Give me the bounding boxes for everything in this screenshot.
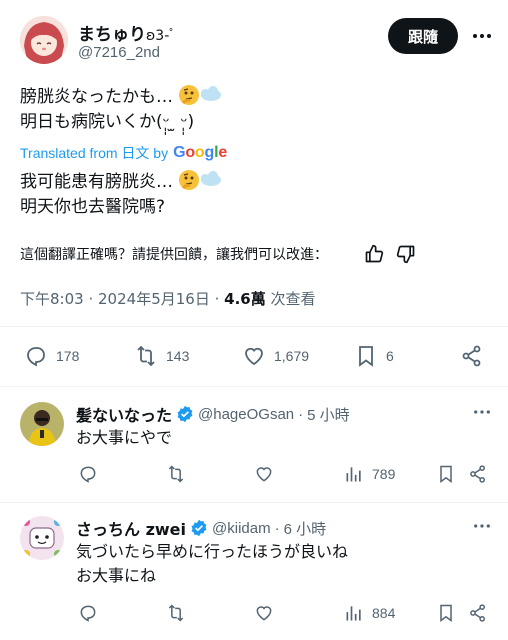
tweet-translated-line-2: 明天你也去醫院嗎? <box>20 197 166 217</box>
heart-icon <box>242 344 266 368</box>
reply-button[interactable] <box>78 603 98 623</box>
tweet-translated-line-1: 我可能患有膀胱炎… <box>20 169 222 194</box>
views-count: 4.6萬 <box>224 290 266 308</box>
reply-header: 髪ないなった @hageOGsan · 5 小時 <box>76 402 350 426</box>
thinking-face-emoji <box>178 84 222 106</box>
bookmark-icon <box>354 344 378 368</box>
share-button[interactable] <box>468 464 488 484</box>
like-count: 1,679 <box>274 348 310 364</box>
views-button[interactable]: 884 <box>344 603 395 623</box>
reply-author-handle[interactable]: @hageOGsan <box>198 406 294 423</box>
verified-badge-icon <box>190 519 208 537</box>
author-name[interactable]: まちゅりʚ3-ﾟ <box>78 20 176 45</box>
retweet-icon <box>134 344 158 368</box>
reply-timestamp[interactable]: 5 小時 <box>307 404 350 425</box>
heart-icon <box>254 603 274 623</box>
share-icon <box>468 603 488 623</box>
translated-from-label[interactable]: Translated from 日文 by Google <box>20 143 227 163</box>
reply-avatar[interactable] <box>20 402 64 446</box>
views-count: 789 <box>372 466 396 482</box>
reply-count: 178 <box>56 348 80 364</box>
views-count: 884 <box>372 605 396 621</box>
like-button[interactable]: 1,679 <box>242 344 309 368</box>
reply-author-handle[interactable]: @kiidam <box>212 520 271 537</box>
tweet-original-line-1: 膀胱炎なったかも… <box>20 87 173 107</box>
reply-author-name[interactable]: 髪ないなった <box>76 402 172 426</box>
reply-timestamp[interactable]: 6 小時 <box>284 518 327 539</box>
divider <box>0 502 508 503</box>
tweet-meta: 下午8:03 · 2024年5月16日 · 4.6萬 次查看 <box>20 290 316 308</box>
share-button[interactable] <box>460 344 484 368</box>
reply-avatar[interactable] <box>20 516 64 560</box>
reply-header: さっちん zwei @kiidam · 6 小時 <box>76 516 326 540</box>
retweet-button[interactable]: 143 <box>134 344 189 368</box>
author-handle[interactable]: @7216_2nd <box>78 44 160 61</box>
author-avatar[interactable] <box>20 16 68 64</box>
tweet-text-line-1: 膀胱炎なったかも… <box>20 84 222 109</box>
tweet-date[interactable]: 2024年5月16日 <box>98 290 210 308</box>
reply-button[interactable] <box>78 464 98 484</box>
bookmark-button[interactable]: 6 <box>354 344 394 368</box>
reply-icon <box>24 344 48 368</box>
google-logo: Google <box>173 144 228 161</box>
more-options-icon[interactable] <box>470 24 494 48</box>
reply-icon <box>78 603 98 623</box>
verified-badge-icon <box>176 405 194 423</box>
divider <box>0 386 508 387</box>
analytics-icon <box>344 603 364 623</box>
retweet-icon <box>166 603 186 623</box>
translated-prefix: Translated from 日文 by <box>20 145 169 161</box>
more-options-icon[interactable] <box>470 514 494 538</box>
thinking-face-emoji <box>178 169 222 191</box>
translated-line-1-text: 我可能患有膀胱炎… <box>20 172 173 192</box>
heart-icon <box>254 464 274 484</box>
tweet-time[interactable]: 下午8:03 <box>20 290 84 308</box>
reply-icon <box>78 464 98 484</box>
more-options-icon[interactable] <box>470 400 494 424</box>
bookmark-icon <box>436 603 456 623</box>
reply-author-name[interactable]: さっちん zwei <box>76 516 186 540</box>
like-button[interactable] <box>254 603 274 623</box>
follow-button[interactable]: 跟隨 <box>388 18 458 54</box>
share-button[interactable] <box>468 603 488 623</box>
bookmark-icon <box>436 464 456 484</box>
reply-text-line-2: お大事にね <box>76 566 157 585</box>
analytics-icon <box>344 464 364 484</box>
bookmark-button[interactable] <box>436 603 456 623</box>
retweet-button[interactable] <box>166 464 186 484</box>
thumbs-down-icon[interactable] <box>394 242 418 266</box>
bookmark-button[interactable] <box>436 464 456 484</box>
divider <box>0 326 508 327</box>
bookmark-count: 6 <box>386 348 394 364</box>
retweet-button[interactable] <box>166 603 186 623</box>
like-button[interactable] <box>254 464 274 484</box>
reply-button[interactable]: 178 <box>24 344 79 368</box>
views-button[interactable]: 789 <box>344 464 395 484</box>
share-icon <box>468 464 488 484</box>
reply-text-line-1: 気づいたら早めに行ったほうが良いね <box>76 542 349 561</box>
thumbs-up-icon[interactable] <box>362 242 386 266</box>
retweet-count: 143 <box>166 348 190 364</box>
translation-feedback-prompt: 這個翻譯正確嗎？請提供回饋，讓我們可以改進： <box>20 247 328 263</box>
tweet-original-line-2: 明日も病院いくか(ᵕ̩̩ ̫ ᵕ̩̩) <box>20 112 195 132</box>
share-icon <box>460 344 484 368</box>
retweet-icon <box>166 464 186 484</box>
reply-text: お大事にやで <box>76 428 173 447</box>
views-label: 次查看 <box>270 290 316 308</box>
